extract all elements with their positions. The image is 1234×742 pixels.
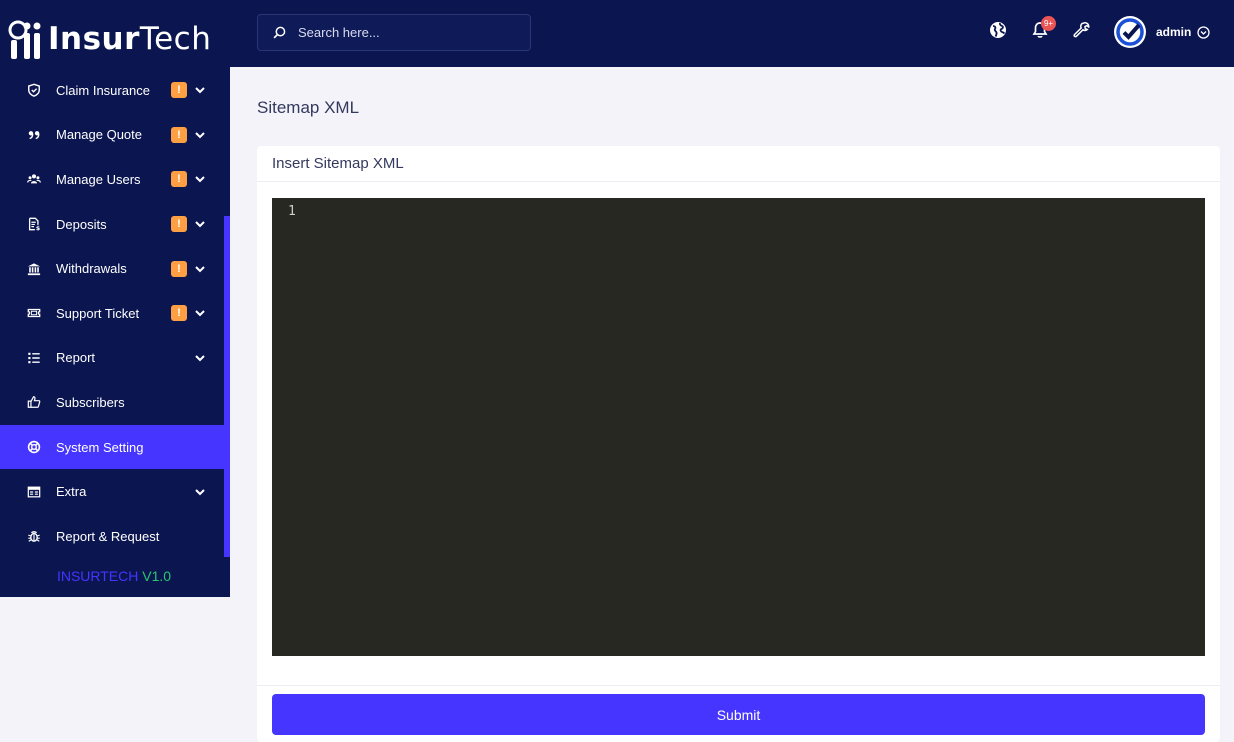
notification-count-badge: 9+ xyxy=(1041,16,1056,31)
page-title: Sitemap XML xyxy=(257,98,360,117)
sidebar-item-label: Subscribers xyxy=(56,394,125,410)
xml-code-editor[interactable]: 1 xyxy=(272,198,1205,656)
chevron-down-icon xyxy=(194,352,206,364)
sidebar-item-claim-insurance[interactable]: Claim Insurance ! xyxy=(0,68,224,113)
users-icon xyxy=(26,171,42,187)
chevron-down-circle-icon xyxy=(1197,25,1210,39)
topbar: 9+ admin xyxy=(230,0,1234,67)
search-input[interactable] xyxy=(296,24,500,41)
warning-badge: ! xyxy=(171,305,187,322)
notifications-button[interactable]: 9+ xyxy=(1030,16,1056,40)
search-icon xyxy=(273,26,286,39)
warning-badge: ! xyxy=(171,82,187,99)
card-divider xyxy=(257,685,1220,686)
sidebar-item-withdrawals[interactable]: Withdrawals ! xyxy=(0,246,224,291)
warning-badge: ! xyxy=(171,126,187,143)
sidebar-item-report-request[interactable]: Report & Request xyxy=(0,514,224,559)
line-number: 1 xyxy=(288,204,296,219)
chevron-down-icon xyxy=(194,129,206,141)
warning-badge: ! xyxy=(171,171,187,188)
bug-icon xyxy=(26,528,42,544)
chevron-down-icon xyxy=(194,486,206,498)
sidebar-item-extra[interactable]: Extra xyxy=(0,469,224,514)
version-number: V1.0 xyxy=(142,568,172,584)
life-ring-icon xyxy=(26,439,42,455)
server-icon xyxy=(26,484,42,500)
sidebar-item-manage-quote[interactable]: Manage Quote ! xyxy=(0,113,224,158)
chevron-down-icon xyxy=(194,307,206,319)
search-box[interactable] xyxy=(257,14,531,51)
chevron-down-icon xyxy=(194,84,206,96)
invoice-icon: $ xyxy=(26,216,42,232)
logo[interactable]: InsurTech xyxy=(8,14,211,64)
warning-badge: ! xyxy=(171,260,187,277)
sidebar-item-subscribers[interactable]: Subscribers xyxy=(0,380,224,425)
globe-icon xyxy=(990,22,1006,38)
thumbs-up-icon xyxy=(26,394,42,410)
user-menu[interactable]: admin xyxy=(1114,15,1210,49)
sidebar-item-label: Report & Request xyxy=(56,528,160,544)
quote-icon xyxy=(26,127,42,143)
verified-check-icon xyxy=(1116,18,1144,46)
sidebar-item-support-ticket[interactable]: Support Ticket ! xyxy=(0,291,224,336)
sidebar-item-label: System Setting xyxy=(56,439,144,455)
shield-icon xyxy=(26,82,42,98)
sidebar-item-deposits[interactable]: $ Deposits ! xyxy=(0,202,224,247)
chevron-down-icon xyxy=(194,173,206,185)
bank-icon xyxy=(26,261,42,277)
version-name: INSURTECH xyxy=(56,568,139,584)
logo-text-light: Tech xyxy=(139,21,212,57)
avatar xyxy=(1114,16,1146,48)
sidebar-scrollbar[interactable] xyxy=(224,216,230,557)
sidebar-item-report[interactable]: Report xyxy=(0,336,224,381)
settings-button[interactable] xyxy=(1072,20,1092,40)
list-icon xyxy=(26,350,42,366)
sitemap-card: Insert Sitemap XML 1 Submit xyxy=(257,146,1220,742)
language-button[interactable] xyxy=(988,20,1008,40)
logo-text-bold: Insur xyxy=(48,21,140,57)
app-version: INSURTECH V1.0 xyxy=(0,568,228,584)
wrench-icon xyxy=(1073,21,1090,38)
user-name: admin xyxy=(1156,25,1192,39)
warning-badge: ! xyxy=(171,216,187,233)
submit-button[interactable]: Submit xyxy=(272,694,1205,735)
sidebar: InsurTech Claim Insurance ! Manage Quote… xyxy=(0,0,230,597)
sidebar-menu: Claim Insurance ! Manage Quote ! Manage … xyxy=(0,68,224,559)
ticket-icon xyxy=(26,305,42,321)
svg-text:$: $ xyxy=(36,225,40,231)
sidebar-item-system-setting[interactable]: System Setting xyxy=(0,424,224,470)
sidebar-item-manage-users[interactable]: Manage Users ! xyxy=(0,157,224,202)
card-title: Insert Sitemap XML xyxy=(257,146,1220,182)
chevron-down-icon xyxy=(194,263,206,275)
chevron-down-icon xyxy=(194,218,206,230)
logo-mark-icon xyxy=(8,20,41,59)
